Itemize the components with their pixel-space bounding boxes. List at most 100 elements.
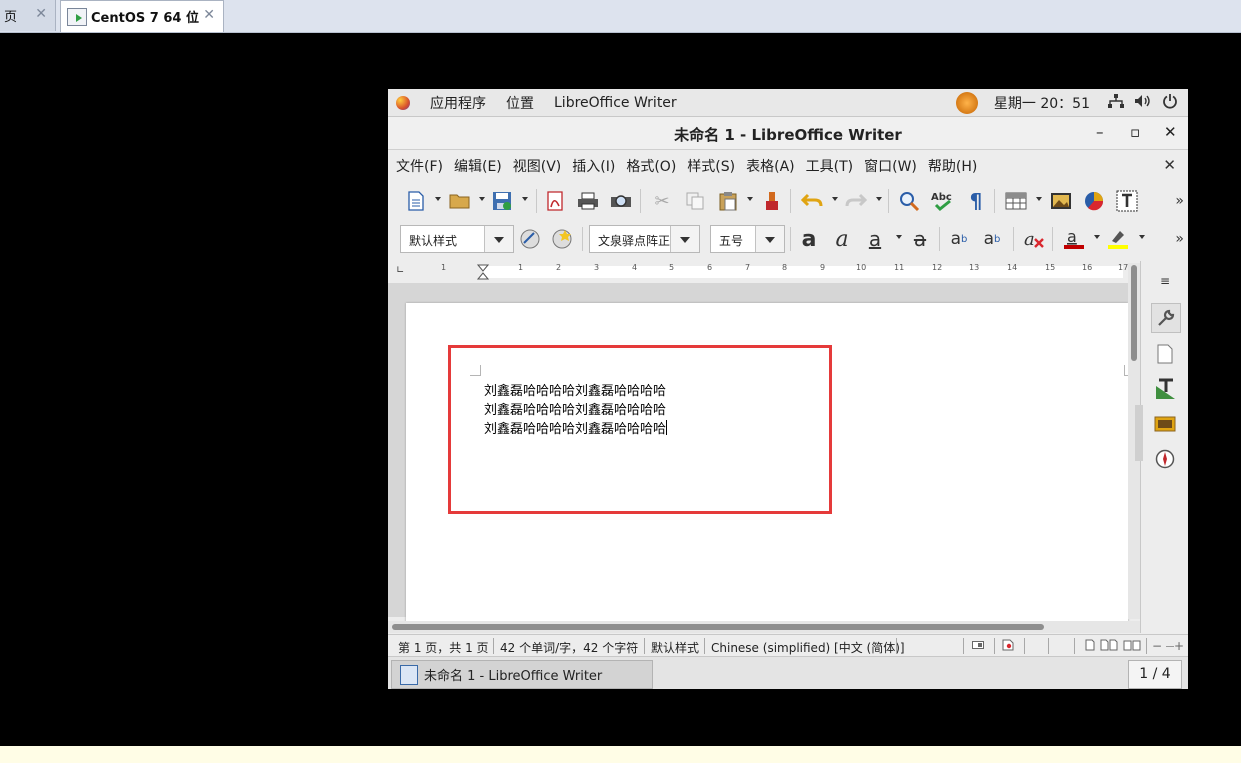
paragraph-style-combo[interactable]: 默认样式	[400, 225, 514, 253]
export-pdf-icon[interactable]	[543, 189, 567, 213]
insert-image-icon[interactable]	[1049, 189, 1073, 213]
clock[interactable]: 星期一 20：51	[994, 93, 1090, 113]
selection-mode-icon[interactable]	[972, 639, 984, 653]
new-style-icon[interactable]	[550, 227, 574, 251]
styles-icon[interactable]	[1151, 375, 1179, 403]
page-icon[interactable]	[1151, 340, 1179, 368]
new-dropdown[interactable]	[435, 197, 441, 201]
copy-icon[interactable]	[683, 189, 707, 213]
print-icon[interactable]	[576, 189, 600, 213]
print-preview-icon[interactable]	[609, 189, 633, 213]
underline-icon[interactable]: a	[863, 227, 887, 251]
close-window-button[interactable]: ✕	[1164, 123, 1177, 141]
tab-centos[interactable]: CentOS 7 64 位 ✕	[60, 0, 224, 32]
minimize-button[interactable]: –	[1096, 123, 1104, 141]
cut-icon[interactable]: ✂	[650, 189, 674, 213]
maximize-button[interactable]: ▫	[1130, 123, 1140, 141]
insert-table-icon[interactable]	[1004, 189, 1028, 213]
tab-home-close-icon[interactable]: ✕	[35, 6, 47, 22]
bold-icon[interactable]: a	[797, 227, 821, 252]
navigator-icon[interactable]	[1151, 445, 1179, 473]
single-page-view-icon[interactable]	[1084, 639, 1096, 654]
menu-tools[interactable]: 工具(T)	[806, 156, 853, 176]
indent-marker-icon[interactable]	[477, 264, 489, 280]
document-modified-icon[interactable]	[1002, 639, 1014, 654]
zoom-in-icon[interactable]: +	[1174, 639, 1184, 653]
menu-edit[interactable]: 编辑(E)	[454, 156, 502, 176]
redo-dropdown[interactable]	[876, 197, 882, 201]
power-icon[interactable]	[1162, 93, 1178, 113]
new-document-icon[interactable]	[404, 189, 428, 213]
volume-icon[interactable]	[1134, 94, 1152, 112]
insert-chart-icon[interactable]	[1082, 189, 1106, 213]
tab-home[interactable]: 页 ✕	[0, 0, 56, 31]
active-app-menu[interactable]: LibreOffice Writer	[554, 95, 677, 111]
menu-format[interactable]: 格式(O)	[626, 156, 676, 176]
chevron-down-icon[interactable]	[484, 226, 513, 252]
language-status[interactable]: Chinese (simplified) [中文 (简体)]	[711, 639, 905, 656]
tab-centos-close-icon[interactable]: ✕	[203, 7, 215, 23]
properties-icon[interactable]	[1151, 303, 1181, 333]
update-style-icon[interactable]	[518, 227, 542, 251]
multi-page-view-icon[interactable]	[1100, 639, 1118, 654]
redo-icon[interactable]	[844, 189, 868, 213]
places-menu[interactable]: 位置	[506, 93, 534, 113]
clone-formatting-icon[interactable]	[760, 189, 784, 213]
open-dropdown[interactable]	[479, 197, 485, 201]
horizontal-ruler[interactable]: ∟ 1 1 2 3 4 5 6 7 8 9 10 11 12 13 14 15 …	[388, 261, 1128, 281]
save-icon[interactable]	[490, 189, 514, 213]
highlighting-icon[interactable]	[1106, 227, 1130, 251]
page-count-status[interactable]: 第 1 页，共 1 页	[398, 639, 489, 656]
menu-view[interactable]: 视图(V)	[513, 156, 562, 176]
subscript-icon[interactable]: ab	[980, 227, 1004, 251]
menu-file[interactable]: 文件(F)	[396, 156, 443, 176]
horizontal-scrollbar[interactable]	[388, 621, 1140, 633]
zoom-slider-track[interactable]	[1166, 646, 1174, 647]
strikethrough-icon[interactable]: a	[908, 227, 932, 251]
highlighting-dropdown[interactable]	[1139, 235, 1145, 239]
menu-styles[interactable]: 样式(S)	[687, 156, 735, 176]
menu-insert[interactable]: 插入(I)	[572, 156, 615, 176]
font-color-icon[interactable]: a	[1062, 227, 1086, 251]
input-method-icon[interactable]	[955, 91, 978, 114]
horizontal-scroll-thumb[interactable]	[392, 624, 1044, 630]
font-size-combo[interactable]: 五号	[710, 225, 785, 253]
sidebar-collapse-handle[interactable]	[1135, 405, 1143, 461]
open-folder-icon[interactable]	[448, 189, 472, 213]
toolbar-overflow-icon[interactable]: »	[1175, 193, 1184, 209]
insert-text-box-icon[interactable]	[1115, 189, 1139, 213]
menu-help[interactable]: 帮助(H)	[928, 156, 977, 176]
chevron-down-icon[interactable]	[670, 226, 699, 252]
font-name-combo[interactable]: 文泉驿点阵正黑	[589, 225, 700, 253]
tab-stop-icon[interactable]: ∟	[396, 265, 404, 276]
table-dropdown[interactable]	[1036, 197, 1042, 201]
paste-dropdown[interactable]	[747, 197, 753, 201]
sidebar-menu-icon[interactable]: ≡	[1151, 267, 1179, 295]
window-titlebar[interactable]: 未命名 1 - LibreOffice Writer – ▫ ✕	[388, 117, 1188, 150]
underline-dropdown[interactable]	[896, 235, 902, 239]
formatting-marks-icon[interactable]: ¶	[964, 189, 988, 213]
italic-icon[interactable]: a	[830, 227, 854, 252]
workspace-indicator[interactable]: 1 / 4	[1128, 660, 1182, 689]
chevron-down-icon[interactable]	[755, 226, 784, 252]
word-count-status[interactable]: 42 个单词/字，42 个字符	[500, 639, 638, 656]
gallery-icon[interactable]	[1151, 409, 1179, 437]
font-color-dropdown[interactable]	[1094, 235, 1100, 239]
zoom-out-icon[interactable]: −	[1152, 639, 1162, 653]
find-replace-icon[interactable]	[897, 189, 921, 213]
menu-table[interactable]: 表格(A)	[746, 156, 795, 176]
menu-window[interactable]: 窗口(W)	[864, 156, 917, 176]
spelling-icon[interactable]: Abc	[930, 189, 954, 213]
close-document-button[interactable]: ✕	[1163, 156, 1176, 174]
network-icon[interactable]	[1108, 93, 1124, 112]
undo-icon[interactable]	[800, 189, 824, 213]
taskbar-writer-window[interactable]: 未命名 1 - LibreOffice Writer	[391, 660, 653, 689]
page-style-status[interactable]: 默认样式	[651, 639, 699, 656]
superscript-icon[interactable]: ab	[947, 227, 971, 251]
save-dropdown[interactable]	[522, 197, 528, 201]
vertical-scroll-thumb[interactable]	[1131, 265, 1137, 361]
book-view-icon[interactable]	[1123, 639, 1141, 654]
paste-icon[interactable]	[716, 189, 740, 213]
applications-menu[interactable]: 应用程序	[430, 93, 486, 113]
undo-dropdown[interactable]	[832, 197, 838, 201]
